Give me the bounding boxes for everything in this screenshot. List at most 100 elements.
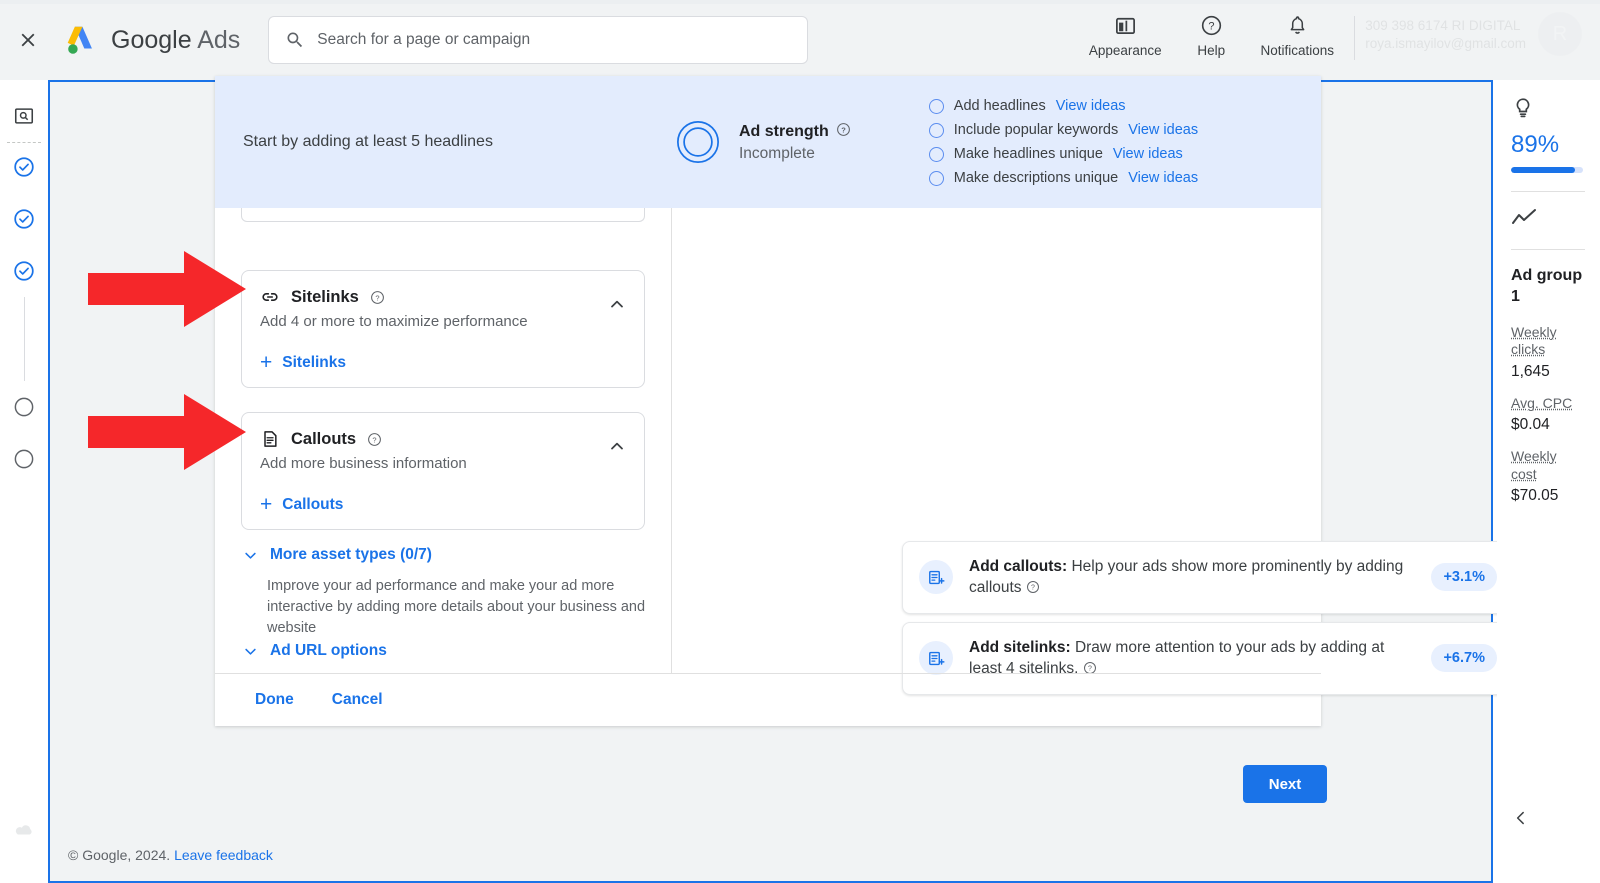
sidebar-step-complete-1[interactable]	[12, 155, 36, 179]
annotation-arrow-callouts	[88, 394, 246, 470]
ad-strength-meter-group: Ad strength ? Incomplete	[675, 119, 851, 165]
metric-avg-cpc: Avg. CPC $0.04	[1511, 395, 1586, 435]
sitelinks-subtitle: Add 4 or more to maximize performance	[260, 313, 528, 330]
chevron-up-icon[interactable]	[606, 293, 628, 320]
search-input[interactable]	[317, 31, 792, 49]
link-icon	[260, 287, 280, 307]
appearance-label: Appearance	[1088, 43, 1162, 58]
avatar[interactable]: R	[1538, 12, 1582, 56]
page-footer: © Google, 2024. Leave feedback	[68, 847, 273, 863]
checklist-radio-icon[interactable]	[928, 170, 944, 186]
recommendation-card-callouts[interactable]: Add callouts: Help your ads show more pr…	[902, 541, 1514, 614]
editor-left-column: Sitelinks ? Add 4 or more to maximize pe…	[215, 200, 672, 673]
lightbulb-icon[interactable]	[1511, 96, 1586, 125]
checklist-item[interactable]: Include popular keywords View ideas	[928, 122, 1198, 138]
document-icon	[260, 429, 280, 449]
notifications-label: Notifications	[1260, 43, 1335, 58]
recommendation-sitelinks-title: Add sitelinks:	[969, 639, 1071, 656]
ad-strength-hint: Start by adding at least 5 headlines	[243, 133, 493, 150]
notifications-button[interactable]: Notifications	[1254, 12, 1340, 58]
overview-search-icon[interactable]	[12, 104, 36, 128]
help-icon[interactable]: ?	[836, 122, 851, 142]
svg-text:?: ?	[1088, 666, 1092, 673]
view-ideas-link[interactable]: View ideas	[1128, 170, 1198, 186]
chevron-left-icon[interactable]	[1511, 808, 1531, 833]
checklist-item[interactable]: Make descriptions unique View ideas	[928, 170, 1198, 186]
metric-weekly-cost: Weekly cost $70.05	[1511, 448, 1586, 505]
help-label: Help	[1197, 43, 1226, 58]
add-asset-icon	[919, 560, 953, 595]
sidebar-step-complete-3[interactable]	[12, 259, 36, 283]
brand-title: Google Ads	[111, 25, 241, 54]
view-ideas-link[interactable]: View ideas	[1128, 122, 1198, 138]
metric-value: $70.05	[1511, 487, 1559, 505]
next-button[interactable]: Next	[1243, 765, 1327, 803]
sidebar-step-pending-2[interactable]	[12, 447, 36, 471]
done-button[interactable]: Done	[241, 683, 308, 717]
left-step-rail	[0, 80, 48, 883]
chevron-down-icon	[241, 546, 260, 570]
account-name: 309 398 6174 RI DIGITAL	[1365, 17, 1521, 33]
chevron-up-icon[interactable]	[606, 435, 628, 462]
appearance-button[interactable]: Appearance	[1082, 12, 1168, 58]
svg-text:?: ?	[1208, 20, 1214, 32]
checklist-label: Include popular keywords	[953, 122, 1119, 138]
checklist-radio-icon[interactable]	[928, 122, 944, 138]
brand-logo-group[interactable]: Google Ads	[62, 21, 240, 59]
callouts-title: Callouts	[291, 429, 357, 448]
optimization-score: 89%	[1511, 131, 1560, 158]
close-icon[interactable]	[4, 16, 52, 64]
view-ideas-link[interactable]: View ideas	[1056, 98, 1126, 114]
view-ideas-link[interactable]: View ideas	[1113, 146, 1183, 162]
help-icon[interactable]: ?	[1026, 579, 1040, 596]
checklist-label: Make headlines unique	[953, 146, 1103, 162]
add-sitelinks-button[interactable]: + Sitelinks	[260, 352, 626, 373]
cloud-icon[interactable]	[13, 822, 35, 843]
header-actions: Appearance ? Help Notifications 309 398 …	[1082, 0, 1600, 80]
more-asset-types-toggle[interactable]: More asset types (0/7)	[241, 546, 432, 570]
leave-feedback-link[interactable]: Leave feedback	[174, 847, 273, 863]
search-icon	[287, 32, 303, 48]
sidebar-step-pending-1[interactable]	[12, 395, 36, 419]
help-circle-icon: ?	[1200, 12, 1223, 38]
recommendation-callouts-text: Add callouts: Help your ads show more pr…	[969, 556, 1415, 599]
ad-strength-banner: Start by adding at least 5 headlines Ad …	[215, 76, 1321, 208]
help-button[interactable]: ? Help	[1168, 12, 1254, 58]
appearance-icon	[1114, 12, 1137, 38]
svg-text:?: ?	[1031, 585, 1035, 592]
cancel-button[interactable]: Cancel	[318, 683, 397, 717]
metric-value: $0.04	[1511, 416, 1550, 434]
sidebar-step-complete-2[interactable]	[12, 207, 36, 231]
rail-dashed-divider	[7, 142, 41, 143]
ad-strength-title-row: Ad strength ?	[739, 122, 851, 142]
ad-url-options-toggle[interactable]: Ad URL options	[241, 642, 387, 666]
search-box[interactable]	[268, 16, 809, 64]
checklist-item[interactable]: Add headlines View ideas	[928, 98, 1198, 114]
editor-footer: Done Cancel	[215, 673, 1321, 726]
account-chip[interactable]: 309 398 6174 RI DIGITAL roya.ismayilov@g…	[1365, 12, 1600, 56]
svg-text:?: ?	[373, 435, 377, 444]
callouts-subtitle: Add more business information	[260, 455, 467, 472]
plus-icon: +	[260, 351, 273, 374]
help-icon[interactable]: ?	[367, 432, 382, 447]
ad-group-name: Ad group 1	[1511, 267, 1583, 305]
annotation-arrow-sitelinks	[88, 251, 246, 327]
svg-text:?: ?	[841, 125, 846, 134]
header-top-strip	[0, 0, 1600, 4]
editor-right-column: Add callouts: Help your ads show more pr…	[672, 208, 1514, 695]
top-header-bar: Google Ads Appearance ? Help	[0, 0, 1600, 80]
add-callouts-button[interactable]: + Callouts	[260, 494, 626, 515]
checklist-radio-icon[interactable]	[928, 98, 944, 114]
checklist-label: Add headlines	[953, 98, 1046, 114]
sitelinks-card-header: Sitelinks ?	[260, 287, 626, 307]
sitelinks-card[interactable]: Sitelinks ? Add 4 or more to maximize pe…	[241, 270, 645, 388]
checklist-item[interactable]: Make headlines unique View ideas	[928, 146, 1198, 162]
help-icon[interactable]: ?	[370, 290, 385, 305]
metric-label: Avg. CPC	[1511, 394, 1573, 411]
checklist-label: Make descriptions unique	[953, 170, 1119, 186]
callouts-card[interactable]: Callouts ? Add more business information…	[241, 412, 645, 530]
checklist-radio-icon[interactable]	[928, 146, 944, 162]
trend-line-icon[interactable]	[1511, 208, 1586, 233]
metric-weekly-clicks: Weekly clicks 1,645	[1511, 324, 1586, 381]
panel-divider	[1511, 191, 1585, 192]
